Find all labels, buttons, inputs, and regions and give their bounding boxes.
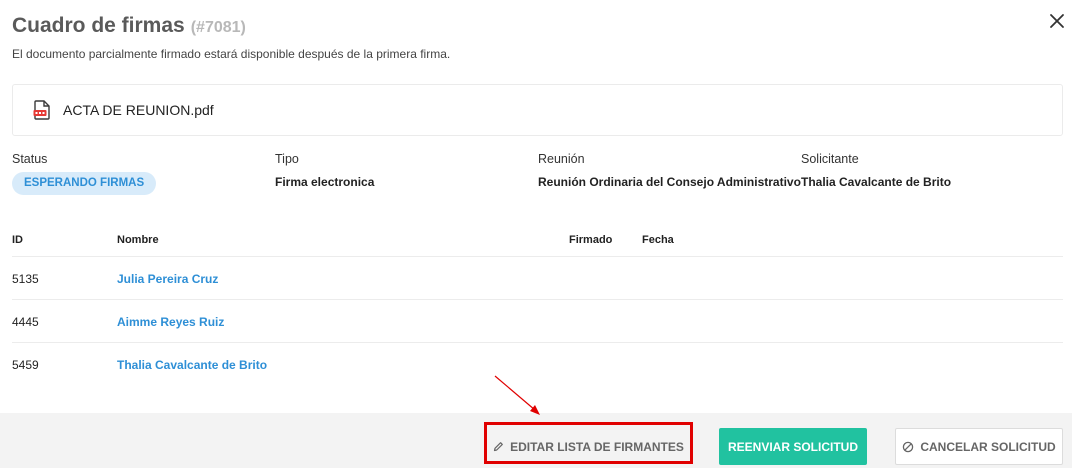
type-value: Firma electronica [275,175,375,189]
edit-signers-label: EDITAR LISTA DE FIRMANTES [510,439,684,454]
requester-value: Thalia Cavalcante de Brito [801,175,952,189]
cancel-circle-icon [902,441,914,453]
meta-type: Tipo Firma electronica [275,152,374,189]
meeting-value: Reunión Ordinaria del Consejo Administra… [538,175,801,189]
status-label: Status [12,152,48,166]
file-box[interactable]: ACTA DE REUNION.pdf [12,84,1063,136]
header-date: Fecha [642,234,674,246]
signature-modal: Cuadro de firmas (#7081) El documento pa… [0,0,1072,468]
signer-id: 4445 [12,315,39,329]
signers-table: ID Nombre Firmado Fecha 5135 Julia Perei… [12,224,1063,386]
request-id: (#7081) [190,19,246,36]
meta-status: Status ESPERANDO FIRMAS [12,152,157,195]
table-header-row: ID Nombre Firmado Fecha [12,224,1063,257]
table-row: 5135 Julia Pereira Cruz [12,257,1063,300]
meeting-label: Reunión [538,152,585,166]
edit-signers-button[interactable]: EDITAR LISTA DE FIRMANTES [487,428,690,465]
resend-request-button[interactable]: REENVIAR SOLICITUD [719,428,867,465]
cancel-request-label: CANCELAR SOLICITUD [920,439,1056,454]
file-name[interactable]: ACTA DE REUNION.pdf [63,102,214,118]
signer-name-link[interactable]: Thalia Cavalcante de Brito [117,358,267,372]
meta-requester: Solicitante Thalia Cavalcante de Brito [801,152,951,189]
header-name: Nombre [117,234,159,246]
modal-title-row: Cuadro de firmas (#7081) [12,14,246,42]
table-row: 4445 Aimme Reyes Ruiz [12,300,1063,343]
signer-id: 5135 [12,272,39,286]
table-row: 5459 Thalia Cavalcante de Brito [12,343,1063,386]
modal-subtitle: El documento parcialmente firmado estará… [12,47,451,61]
cancel-request-button[interactable]: CANCELAR SOLICITUD [895,428,1063,465]
meta-meeting: Reunión Reunión Ordinaria del Consejo Ad… [538,152,801,189]
close-icon[interactable] [1046,10,1068,32]
signer-name-link[interactable]: Julia Pereira Cruz [117,272,218,286]
header-signed: Firmado [569,234,613,246]
modal-footer: EDITAR LISTA DE FIRMANTES REENVIAR SOLIC… [0,413,1072,468]
signer-id: 5459 [12,358,39,372]
type-label: Tipo [275,152,299,166]
status-badge: ESPERANDO FIRMAS [12,172,157,195]
signer-name-link[interactable]: Aimme Reyes Ruiz [117,315,224,329]
pencil-icon [493,441,504,452]
pdf-file-icon [33,100,51,120]
modal-title: Cuadro de firmas [12,14,185,37]
resend-request-label: REENVIAR SOLICITUD [727,439,858,454]
requester-label: Solicitante [801,152,859,166]
header-id: ID [12,234,23,246]
